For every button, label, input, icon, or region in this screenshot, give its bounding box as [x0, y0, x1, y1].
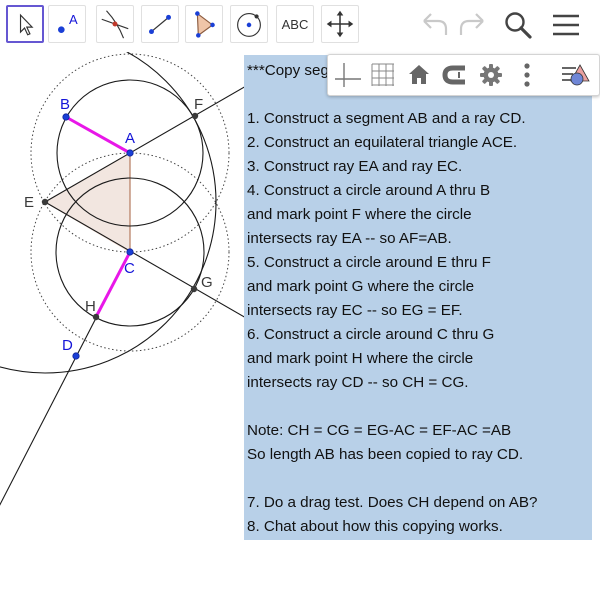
- point-icon: [58, 26, 65, 33]
- intersect-tool-button[interactable]: [96, 5, 134, 43]
- label-c: C: [124, 260, 135, 277]
- axes-icon: [335, 63, 361, 87]
- text-line: 5. Construct a circle around E thru F: [247, 254, 491, 271]
- ray-ea[interactable]: [44, 77, 261, 203]
- text-line: 2. Construct an equilateral triangle ACE…: [247, 134, 518, 151]
- move-view-tool-button[interactable]: [321, 5, 359, 43]
- label-h: H: [85, 298, 96, 315]
- text-line: 1. Construct a segment AB and a ray CD.: [247, 110, 526, 127]
- search-button[interactable]: [501, 8, 535, 42]
- point-c[interactable]: [126, 248, 134, 256]
- point-e[interactable]: [41, 198, 49, 206]
- move-arrows-icon: [326, 10, 354, 38]
- segment-ab[interactable]: [65, 115, 131, 155]
- intersect-icon: [101, 10, 129, 39]
- menu-icon: [553, 14, 579, 36]
- text-line: intersects ray CD -- so CH = CG.: [247, 374, 469, 391]
- instructions-text[interactable]: ***Copy segment AB onto ray CD.*** 1. Co…: [244, 55, 592, 540]
- segment-tool-button[interactable]: [141, 5, 179, 43]
- undo-icon: [423, 13, 448, 35]
- ray-cd[interactable]: [0, 251, 131, 524]
- label-g: G: [201, 274, 213, 291]
- polygon-icon: [195, 11, 215, 38]
- text-line: and mark point F where the circle: [247, 206, 472, 223]
- toggle-grid-button[interactable]: [367, 59, 399, 91]
- standard-view-button[interactable]: [403, 59, 435, 91]
- text-line: 6. Construct a circle around C thru G: [247, 326, 495, 343]
- segment-icon: [149, 14, 171, 35]
- polygon-tool-button[interactable]: [185, 5, 223, 43]
- text-line: 8. Chat about how this copying works.: [247, 518, 503, 535]
- redo-button[interactable]: [455, 8, 489, 42]
- grid-icon: [371, 63, 394, 86]
- point-b[interactable]: [62, 113, 70, 121]
- text-tool-button[interactable]: ABC: [276, 5, 314, 43]
- point-a[interactable]: [126, 149, 134, 157]
- style-bar: [327, 54, 600, 96]
- label-d: D: [62, 337, 73, 354]
- move-tool-button[interactable]: [6, 5, 44, 43]
- text-line: 4. Construct a circle around A thru B: [247, 182, 491, 199]
- point-g[interactable]: [190, 285, 198, 293]
- text-line: 3. Construct ray EA and ray EC.: [247, 158, 463, 175]
- text-line: intersects ray EA -- so AF=AB.: [247, 230, 452, 247]
- cursor-arrow-icon: [19, 13, 34, 36]
- label-e: E: [24, 194, 34, 211]
- more-icon: [524, 63, 530, 87]
- text-line: intersects ray EC -- so EG = EF.: [247, 302, 463, 319]
- text-line: 7. Do a drag test. Does CH depend on AB?: [247, 494, 538, 511]
- undo-button[interactable]: [418, 8, 452, 42]
- snap-icon: [442, 65, 465, 85]
- text-line: [247, 395, 537, 419]
- point-f[interactable]: [191, 112, 199, 120]
- search-icon: [505, 12, 532, 39]
- home-icon: [409, 65, 429, 84]
- point-tool-button[interactable]: A: [48, 5, 86, 43]
- text-line: Note: CH = CG = EG-AC = EF-AC =AB: [247, 422, 512, 439]
- main-menu-button[interactable]: [549, 8, 583, 42]
- text-line: [247, 467, 537, 491]
- toggle-style-bar-button[interactable]: [559, 59, 591, 91]
- text-line: and mark point H where the circle: [247, 350, 474, 367]
- style-toggle-icon: [562, 64, 590, 86]
- circle-icon: [237, 13, 261, 37]
- settings-button[interactable]: [475, 59, 507, 91]
- toolbar: A ABC: [0, 0, 600, 52]
- point-capturing-button[interactable]: [439, 59, 471, 91]
- toggle-axes-button[interactable]: [332, 59, 364, 91]
- text-line: and mark point G where the circle: [247, 278, 475, 295]
- label-a: A: [125, 130, 135, 147]
- point-d[interactable]: [72, 352, 80, 360]
- redo-icon: [459, 13, 484, 35]
- ray-ec[interactable]: [44, 201, 261, 327]
- text-line: So length AB has been copied to ray CD.: [247, 446, 524, 463]
- label-f: F: [194, 96, 203, 113]
- point-tool-label: A: [69, 12, 78, 27]
- gear-icon: [480, 64, 502, 86]
- text-tool-label: ABC: [281, 16, 309, 32]
- label-b: B: [60, 96, 70, 113]
- more-options-button[interactable]: [511, 59, 543, 91]
- circle-tool-button[interactable]: [230, 5, 268, 43]
